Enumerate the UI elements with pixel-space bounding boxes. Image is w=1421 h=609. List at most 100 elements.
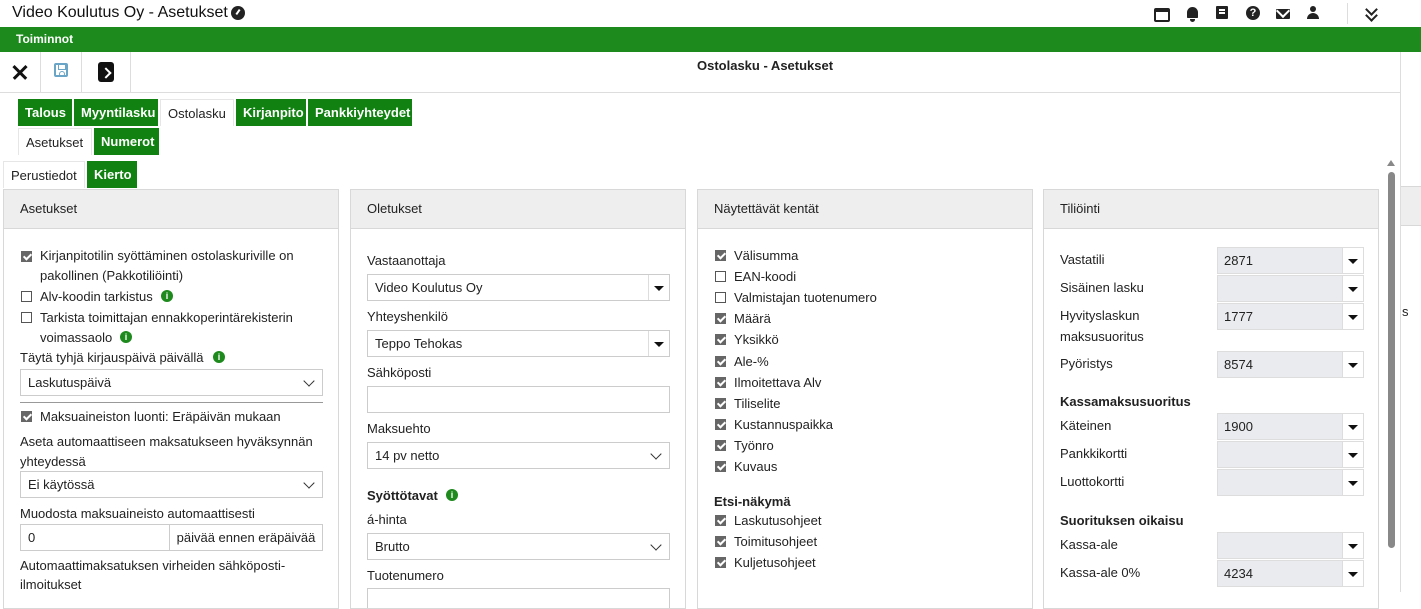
dropdown-button[interactable] <box>1342 533 1363 558</box>
caret-down-icon <box>654 342 664 347</box>
info-icon[interactable]: i <box>213 351 225 363</box>
info-icon[interactable]: i <box>446 489 458 501</box>
kassa-ale-select[interactable] <box>1217 532 1364 559</box>
help-icon[interactable]: ? <box>1246 6 1260 20</box>
checkbox-label: Kuvaus <box>734 459 778 474</box>
tab-ostolasku[interactable]: Ostolasku <box>160 99 234 126</box>
field-checkbox[interactable] <box>715 292 726 304</box>
field-checkbox[interactable] <box>715 313 726 325</box>
pakkotiliointi-checkbox[interactable] <box>21 251 32 262</box>
field-checkbox[interactable] <box>715 461 726 472</box>
select-value: Teppo Tehokas <box>375 336 463 351</box>
checkbox-label: Ale-% <box>734 353 769 369</box>
scroll-up-arrow[interactable] <box>1387 160 1395 166</box>
alv-check-checkbox[interactable] <box>21 291 32 302</box>
maksuaineisto-checkbox[interactable] <box>21 411 32 422</box>
automaattimaksatus-select[interactable]: Ei käytössä <box>20 471 323 498</box>
hyvityslasku-select[interactable]: 1777 <box>1217 303 1364 330</box>
dropdown-button[interactable] <box>1342 414 1363 439</box>
sisainen-lasku-select[interactable] <box>1217 275 1364 302</box>
tab-numerot[interactable]: Numerot <box>94 128 159 155</box>
tuotenumero-select[interactable] <box>367 588 670 608</box>
user-icon[interactable] <box>1306 6 1320 20</box>
ennakkoperinta-checkbox[interactable] <box>21 312 32 323</box>
field-checkbox[interactable] <box>715 557 726 568</box>
export-icon <box>98 62 114 82</box>
chevron-down-icon <box>650 448 662 460</box>
field-checkbox[interactable] <box>715 397 726 409</box>
chevron-down-icon <box>303 375 315 387</box>
select-value: Laskutuspäivä <box>28 375 112 390</box>
dropdown-button[interactable] <box>648 331 669 356</box>
panel-oletukset: Oletukset Vastaanottaja Video Koulutus O… <box>350 189 686 609</box>
field-checkbox[interactable] <box>715 536 726 547</box>
info-icon[interactable]: i <box>161 290 173 302</box>
title-bar: Video Koulutus Oy - Asetukset ? <box>0 0 1400 27</box>
save-button[interactable] <box>41 52 82 92</box>
mail-icon[interactable] <box>1276 9 1290 19</box>
yhteyshenkilo-select[interactable]: Teppo Tehokas <box>367 330 670 357</box>
field-checkbox[interactable] <box>715 439 726 451</box>
field-checkbox[interactable] <box>715 250 726 261</box>
tab-myyntilasku[interactable]: Myyntilasku <box>74 99 158 126</box>
info-icon[interactable]: i <box>120 331 132 343</box>
card-icon[interactable] <box>1154 8 1170 22</box>
dropdown-button[interactable] <box>1342 561 1363 586</box>
dropdown-button[interactable] <box>1342 352 1363 377</box>
days-before-input[interactable]: 0 <box>20 524 170 551</box>
dropdown-button[interactable] <box>1342 470 1363 495</box>
vastatili-select[interactable]: 2871 <box>1217 247 1364 274</box>
kassa-ale-0-select[interactable]: 4234 <box>1217 560 1364 587</box>
tab-kierto[interactable]: Kierto <box>87 161 137 188</box>
pyoristys-select[interactable]: 8574 <box>1217 351 1364 378</box>
field-checkbox[interactable] <box>715 418 726 430</box>
pankkikortti-select[interactable] <box>1217 441 1364 468</box>
dashboard-icon[interactable] <box>231 6 245 20</box>
tab-perustiedot[interactable]: Perustiedot <box>3 161 85 188</box>
select-value: 2871 <box>1224 253 1253 268</box>
tab-asetukset[interactable]: Asetukset <box>18 128 92 155</box>
checkbox-label: Työnro <box>734 437 774 453</box>
book-icon[interactable] <box>1216 6 1228 19</box>
actions-bar[interactable]: Toiminnot <box>0 27 1421 52</box>
close-button[interactable] <box>0 52 41 92</box>
app-title: Video Koulutus Oy - Asetukset <box>12 4 228 21</box>
email-field[interactable] <box>367 386 670 413</box>
chevrons-down-icon[interactable] <box>1364 7 1378 21</box>
field-label: Pyöristys <box>1060 356 1113 371</box>
scrollbar[interactable] <box>1388 172 1395 548</box>
tab-kirjanpito[interactable]: Kirjanpito <box>236 99 306 126</box>
panel-title: Asetukset <box>4 190 338 229</box>
tab-talous[interactable]: Talous <box>18 99 72 126</box>
checkbox-label: Yksikkö <box>734 332 779 348</box>
panel-title: Tiliöinti <box>1044 190 1378 229</box>
field-label: Käteinen <box>1060 418 1112 433</box>
dropdown-button[interactable] <box>648 275 669 300</box>
dropdown-button[interactable] <box>1342 442 1363 467</box>
dropdown-button[interactable] <box>1342 248 1363 273</box>
field-checkbox[interactable] <box>715 515 726 526</box>
field-checkbox[interactable] <box>715 334 726 346</box>
ahinta-select[interactable]: Brutto <box>367 533 670 560</box>
actions-menu-label[interactable]: Toiminnot <box>16 32 73 46</box>
checkbox-label: Valmistajan tuotenumero <box>734 290 877 306</box>
export-button[interactable] <box>82 52 131 92</box>
tab-pankkiyhteydet[interactable]: Pankkiyhteydet <box>308 99 412 126</box>
maksuehto-select[interactable]: 14 pv netto <box>367 442 670 469</box>
kateinen-select[interactable]: 1900 <box>1217 413 1364 440</box>
checkbox-label: voimassaolo <box>40 330 113 345</box>
bell-icon[interactable] <box>1187 7 1198 22</box>
vastaanottaja-select[interactable]: Video Koulutus Oy <box>367 274 670 301</box>
luottokortti-select[interactable] <box>1217 469 1364 496</box>
field-checkbox[interactable] <box>715 376 726 388</box>
dropdown-button[interactable] <box>1342 304 1363 329</box>
checkbox-label: Välisumma <box>734 248 799 263</box>
kirjauspaiva-select[interactable]: Laskutuspäivä <box>20 369 323 396</box>
chevron-down-icon <box>303 477 315 489</box>
dropdown-button[interactable] <box>1342 276 1363 301</box>
clipped-text: s <box>1402 304 1409 319</box>
field-checkbox[interactable] <box>715 355 726 367</box>
field-label: Automaattimaksatuksen virheiden sähköpos… <box>20 558 286 573</box>
checkbox-label: Kustannuspaikka <box>734 416 834 432</box>
field-checkbox[interactable] <box>715 271 726 283</box>
